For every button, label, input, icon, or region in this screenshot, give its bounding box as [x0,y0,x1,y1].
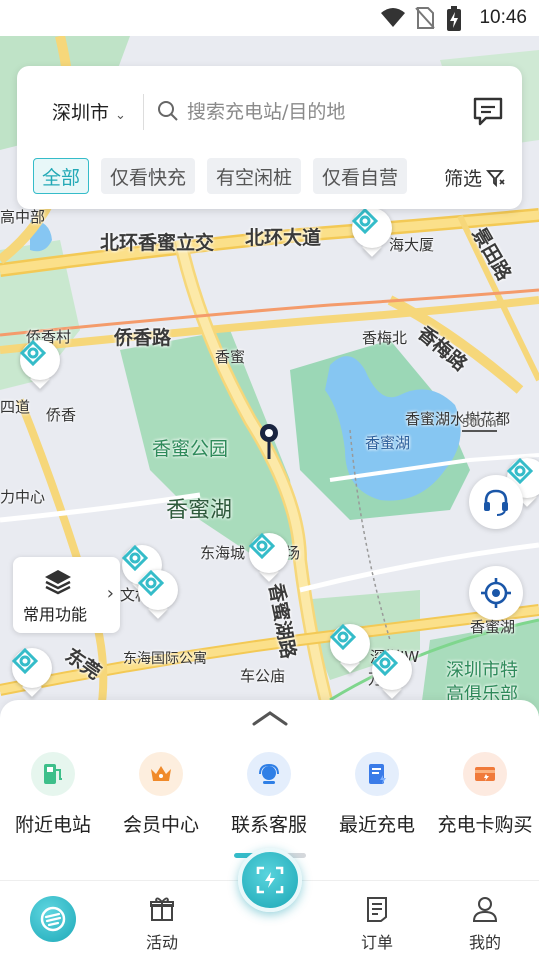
station-logo-icon [372,650,398,676]
status-bar: 10:46 [0,0,539,36]
quick-action-label: 会员中心 [122,814,199,836]
quick-action-label: 联系客服 [230,814,307,836]
location-pin-icon [260,424,278,459]
tab-mine[interactable]: 我的 [445,895,525,953]
quick-action-label: 充电卡购买 [437,814,533,836]
recent-charge-icon [355,752,399,796]
filter-label: 筛选 [443,168,482,190]
map-label-xiangmihu-district: 香蜜湖 [166,498,233,523]
tab-label: 我的 [468,933,501,952]
map-label-beihuan-road: 北环大道 [245,227,322,249]
city-selector[interactable]: 深圳市 ⌄ [52,98,126,125]
charging-station-pin[interactable] [136,570,180,620]
quick-action-recent[interactable]: 最近充电 [327,752,427,837]
charging-station-pin[interactable] [10,648,54,698]
city-name: 深圳市 [52,102,110,124]
charging-station-pin[interactable] [247,533,291,583]
quick-action-label: 附近电站 [14,814,91,836]
locate-me-button[interactable] [469,566,523,620]
search-input[interactable] [187,95,467,129]
nearby-station-icon [31,752,75,796]
no-sim-icon [415,7,435,29]
wifi-icon [381,8,405,27]
filter-chips: 全部 仅看快充 有空闲桩 仅看自营 [33,158,408,194]
common-functions-label: 常用功能 [23,605,88,624]
tab-label: 活动 [145,933,178,952]
station-logo-icon [352,208,378,234]
tab-label: 订单 [360,933,393,952]
station-logo-icon [12,648,38,674]
crosshair-icon [481,578,511,608]
chip-self-operated[interactable]: 仅看自营 [313,158,408,194]
station-logo-icon [138,570,164,596]
battery-charging-icon [447,6,461,31]
map-scale: 500m [462,416,497,432]
quick-action-charge-card[interactable]: 充电卡购买 [435,752,535,837]
tab-orders[interactable]: 订单 [337,895,417,953]
station-logo-icon [122,545,148,571]
gift-icon [150,897,174,921]
clock: 10:46 [479,7,527,28]
chip-available[interactable]: 有空闲桩 [207,158,302,194]
chevron-up-icon[interactable] [250,708,290,728]
map-label-lizhongxin: 力中心 [0,488,46,506]
charging-station-pin[interactable] [370,650,414,700]
map-label-shenzhen-club: 深圳市特 [446,660,518,681]
map-label-xiangmihu-water: 香蜜湖 [365,434,411,452]
quick-action-member[interactable]: 会员中心 [111,752,211,837]
charging-station-pin[interactable] [350,208,394,258]
scan-lightning-icon [256,866,284,894]
map-label-xiangmi-station: 香蜜 [215,348,246,366]
layers-icon [45,570,71,595]
quick-action-nearby[interactable]: 附近电站 [3,752,103,837]
station-logo-icon [249,533,275,559]
customer-service-button[interactable] [469,475,523,529]
chip-all[interactable]: 全部 [33,158,90,194]
chevron-right-icon: › [106,583,114,604]
headset-icon [484,489,508,516]
tab-home[interactable] [30,896,76,942]
order-list-icon [367,897,387,922]
charging-station-pin[interactable] [18,340,62,390]
map-label-gaozhong: 高中部 [0,208,46,226]
divider [143,94,144,130]
chip-fast-charge[interactable]: 仅看快充 [101,158,196,194]
map-label-haidasha: 海大厦 [389,236,435,254]
map-label-donghai-apartment: 东海国际公寓 [123,651,207,667]
crown-icon [139,752,183,796]
map-label-beihuan-interchange: 北环香蜜立交 [100,232,215,254]
station-logo-icon [20,340,46,366]
common-functions-button[interactable]: › 常用功能 [13,557,120,633]
filter-button[interactable]: 筛选 [444,164,506,191]
scan-charge-button[interactable] [238,848,302,912]
charge-card-icon [463,752,507,796]
filter-funnel-icon [486,169,505,187]
map-label-qiaoxiang-station: 侨香 [46,406,77,424]
quick-action-label: 最近充电 [338,814,415,836]
map-label-sidao: 四道 [0,398,31,416]
search-card: 深圳市 ⌄ 全部 仅看快充 有空闲桩 仅看自营 筛选 [17,66,522,209]
map-label-chegongmiao: 车公庙 [240,667,286,685]
message-icon[interactable] [472,96,504,126]
home-logo-icon [40,906,66,932]
map-label-donghai-city: 东海城 [200,544,246,562]
quick-action-customer-service[interactable]: 联系客服 [219,752,319,837]
chevron-down-icon: ⌄ [115,108,126,123]
user-icon [472,897,498,922]
map-label-xiangmei-north: 香梅北 [362,329,408,347]
map-label-xiangmi-park: 香蜜公园 [152,438,229,460]
map-label-qiaoxiang-road: 侨香路 [114,327,172,349]
search-icon [158,101,178,121]
station-logo-icon [330,624,356,650]
charging-station-pin[interactable] [328,624,372,674]
headset-icon [247,752,291,796]
tab-activity[interactable]: 活动 [122,895,202,953]
